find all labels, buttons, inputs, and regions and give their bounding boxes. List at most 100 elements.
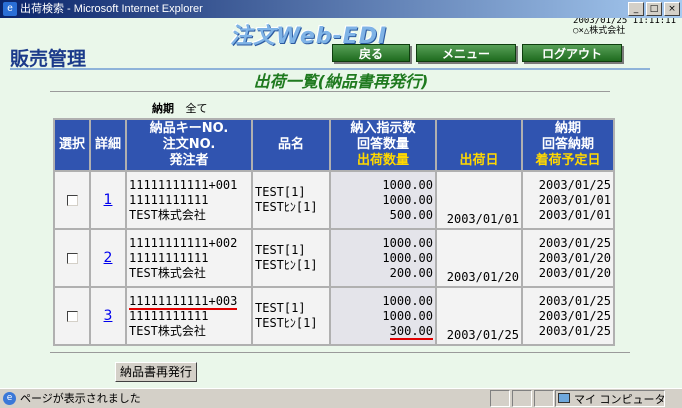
computer-icon [558, 393, 570, 403]
row-due-cell: 2003/01/25 2003/01/01 2003/01/01 [523, 172, 613, 228]
row-item-cell: TEST[1] TESTﾋﾝ[1] [253, 230, 329, 286]
window-title: 出荷検索 - Microsoft Internet Explorer [20, 3, 203, 15]
arrival-date: 2003/01/01 [538, 207, 611, 222]
orderer: TEST株式会社 [129, 207, 206, 222]
window-controls: _ □ × [626, 2, 680, 16]
item-name-kana: TESTﾋﾝ[1] [255, 258, 318, 272]
detail-link[interactable]: 1 [104, 192, 113, 208]
item-name: TEST[1] [255, 301, 306, 315]
nav-buttons: 戻る メニュー ログアウト [332, 44, 628, 62]
header-date: 2003/01/25 11:11:11 [573, 18, 676, 26]
table-header-row: 選択 詳細 納品キーNO. 注文NO. 発注者 品名 納入指示数 回答数量 出荷… [55, 120, 613, 170]
answered-due-date: 2003/01/25 [538, 308, 611, 323]
row-qty-cell: 1000.00 1000.00 200.00 [331, 230, 435, 286]
col-key-line3: 発注者 [169, 153, 209, 168]
ship-date: 2003/01/01 [446, 212, 519, 226]
row-checkbox[interactable] [66, 194, 78, 206]
item-name-kana: TESTﾋﾝ[1] [255, 200, 318, 214]
order-no: 11111111111 [129, 250, 209, 265]
delivery-key: 11111111111+002 [129, 235, 238, 250]
shipped-qty: 200.00 [389, 265, 433, 280]
instructed-qty: 1000.00 [382, 293, 433, 308]
status-panel [490, 390, 510, 407]
item-name: TEST[1] [255, 185, 306, 199]
col-select: 選択 [55, 120, 89, 170]
detail-link[interactable]: 3 [104, 308, 113, 324]
status-message: ページが表示されました [20, 392, 141, 405]
answered-due-date: 2003/01/01 [538, 192, 611, 207]
delivery-key: 11111111111+003 [129, 293, 249, 310]
col-key-line2: 注文NO. [162, 137, 216, 152]
zone-label: マイ コンピュータ [574, 393, 666, 406]
table-row: 3 11111111111+003 11111111111 TEST株式会社 T… [55, 288, 613, 344]
subtitle-divider [50, 91, 610, 92]
security-zone: マイ コンピュータ [555, 390, 666, 407]
orderer: TEST株式会社 [129, 265, 206, 280]
ship-date: 2003/01/25 [446, 328, 519, 342]
shipped-qty-highlighted: 300.00 [389, 323, 433, 340]
item-name-kana: TESTﾋﾝ[1] [255, 316, 318, 330]
header-company: ○×△株式会社 [573, 26, 626, 36]
col-item: 品名 [253, 120, 329, 170]
close-button[interactable]: × [664, 2, 680, 16]
col-key-line1: 納品キーNO. [149, 121, 229, 136]
header-info: 2003/01/25 11:11:11 ○×△株式会社 [573, 18, 676, 36]
row-qty-cell: 1000.00 1000.00 300.00 [331, 288, 435, 344]
row-checkbox[interactable] [66, 252, 78, 264]
ship-date: 2003/01/20 [446, 270, 519, 284]
row-key-cell: 11111111111+001 11111111111 TEST株式会社 [127, 172, 251, 228]
answered-qty: 1000.00 [382, 308, 433, 323]
row-checkbox[interactable] [66, 310, 78, 322]
due-date: 2003/01/25 [538, 235, 611, 250]
answered-due-date: 2003/01/20 [538, 250, 611, 265]
row-detail-cell: 1 [91, 172, 125, 228]
col-qty-line2: 回答数量 [356, 137, 409, 152]
col-ship-date-label: 出荷日 [459, 153, 499, 168]
logout-button[interactable]: ログアウト [522, 44, 622, 62]
shipped-qty: 500.00 [389, 207, 433, 222]
instructed-qty: 1000.00 [382, 235, 433, 250]
arrival-date: 2003/01/20 [538, 265, 611, 280]
filter-value: 全て [185, 102, 208, 115]
row-item-cell: TEST[1] TESTﾋﾝ[1] [253, 172, 329, 228]
delivery-key: 11111111111+001 [129, 177, 238, 192]
row-due-cell: 2003/01/25 2003/01/20 2003/01/20 [523, 230, 613, 286]
row-qty-cell: 1000.00 1000.00 500.00 [331, 172, 435, 228]
row-select-cell [55, 288, 89, 344]
shipment-table: 選択 詳細 納品キーNO. 注文NO. 発注者 品名 納入指示数 回答数量 出荷… [53, 118, 615, 346]
row-ship-date-cell: 2003/01/25 [437, 288, 521, 344]
back-button[interactable]: 戻る [332, 44, 410, 62]
filter-label: 納期 [152, 102, 174, 115]
minimize-button[interactable]: _ [628, 2, 644, 16]
due-date: 2003/01/25 [538, 177, 611, 192]
row-detail-cell: 3 [91, 288, 125, 344]
reissue-invoice-button[interactable]: 納品書再発行 [115, 362, 198, 382]
col-due-line1: 納期 [554, 121, 581, 136]
table-row: 2 11111111111+002 11111111111 TEST株式会社 T… [55, 230, 613, 286]
arrival-date: 2003/01/25 [538, 323, 611, 338]
col-detail: 詳細 [91, 120, 125, 170]
page-title: 販売管理 [10, 48, 87, 70]
status-bar: e ページが表示されました マイ コンピュータ [0, 388, 682, 408]
page-icon: e [3, 392, 16, 405]
detail-link[interactable]: 2 [104, 250, 113, 266]
row-detail-cell: 2 [91, 230, 125, 286]
menu-button[interactable]: メニュー [416, 44, 516, 62]
col-due-line3: 着荷予定日 [535, 153, 601, 168]
due-date: 2003/01/25 [538, 293, 611, 308]
instructed-qty: 1000.00 [382, 177, 433, 192]
window-titlebar: e 出荷検索 - Microsoft Internet Explorer _ □… [0, 0, 682, 18]
maximize-button[interactable]: □ [646, 2, 662, 16]
row-item-cell: TEST[1] TESTﾋﾝ[1] [253, 288, 329, 344]
col-qty-line1: 納入指示数 [350, 121, 416, 136]
col-qty-line3: 出荷数量 [356, 153, 409, 168]
orderer: TEST株式会社 [129, 323, 206, 338]
status-panel [512, 390, 532, 407]
row-key-cell: 11111111111+002 11111111111 TEST株式会社 [127, 230, 251, 286]
table-row: 1 11111111111+001 11111111111 TEST株式会社 T… [55, 172, 613, 228]
bottom-divider [50, 352, 630, 353]
filter-bar: 納期 全て [152, 100, 208, 116]
ie-icon: e [3, 2, 17, 16]
row-due-cell: 2003/01/25 2003/01/25 2003/01/25 [523, 288, 613, 344]
col-due: 納期 回答納期 着荷予定日 [523, 120, 613, 170]
